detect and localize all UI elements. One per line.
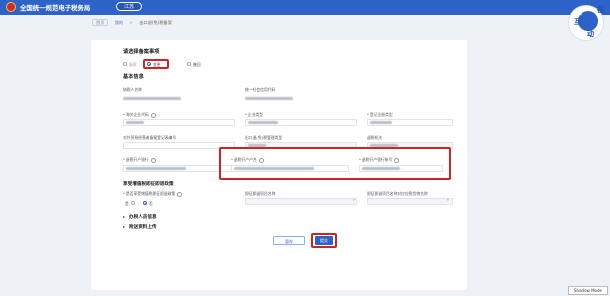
policy-no-radio[interactable] bbox=[143, 201, 147, 205]
policy-label: *是否享受增值税即征即退政策 bbox=[123, 191, 183, 197]
site-title: 全国统一规范电子税务局 bbox=[20, 4, 91, 12]
policy-yes-label: 是 bbox=[125, 201, 129, 206]
taxpayer-name-value bbox=[123, 97, 181, 100]
breadcrumb-item-mine[interactable]: 我的 bbox=[115, 19, 123, 26]
project2-select bbox=[367, 198, 453, 205]
caret-right-icon[interactable]: ▸ bbox=[123, 214, 125, 219]
project2-label: 即征即退项目名称对应应税货物名称 bbox=[367, 191, 428, 196]
help-icon[interactable] bbox=[150, 157, 156, 163]
registration-type-value bbox=[370, 121, 392, 124]
policy-no-label: 否 bbox=[149, 201, 153, 206]
breadcrumb: 首页 我的 > 出口退(免)税备案 bbox=[92, 19, 177, 26]
highlight-option bbox=[143, 59, 169, 69]
filing-form-panel: 请选择备案事项 备案 变更 撤回 基本信息 纳税人名称 统一社会信用代码 *海关… bbox=[91, 40, 467, 290]
region-selector[interactable]: 江苏 bbox=[116, 2, 142, 11]
option-radio-0[interactable] bbox=[123, 62, 127, 66]
assistant-char-1: 征 bbox=[597, 6, 604, 14]
breadcrumb-home[interactable]: 首页 bbox=[92, 19, 109, 26]
assistant-char-3: 互 bbox=[574, 18, 581, 26]
basic-info-title: 基本信息 bbox=[123, 74, 144, 80]
refund-method-label: 出口退(免)税管理类型 bbox=[245, 135, 283, 140]
credit-code-label: 统一社会信用代码 bbox=[245, 87, 276, 92]
help-icon[interactable] bbox=[150, 112, 156, 118]
save-draft-button[interactable]: 暂存 bbox=[273, 236, 305, 245]
option-label-0: 备案 bbox=[129, 62, 137, 67]
chevron-down-icon: ▾ bbox=[447, 198, 449, 202]
foreign-trade-label: 对外贸易经营者备案登记表编号 bbox=[123, 135, 177, 140]
assistant-char-2: 纳 bbox=[575, 8, 582, 16]
breadcrumb-item-current: 出口退(免)税备案 bbox=[139, 20, 172, 25]
special-section-title: 享受增值税即征即退政策 bbox=[123, 182, 174, 187]
attachment-section-title[interactable]: 附送资料上传 bbox=[129, 224, 157, 230]
project-select bbox=[245, 198, 357, 205]
project-label: 即征即退项目名称 bbox=[245, 191, 276, 196]
enterprise-type-value bbox=[248, 121, 278, 124]
highlight-bank-account bbox=[219, 147, 451, 180]
shadow-mode-badge: Shadow Mode bbox=[568, 286, 608, 295]
region-label: 江苏 bbox=[123, 4, 134, 10]
option-radio-2[interactable] bbox=[187, 62, 191, 66]
assistant-widget[interactable]: 征 纳 互 动 bbox=[568, 5, 604, 41]
chevron-down-icon: ▾ bbox=[353, 198, 355, 202]
enterprise-type-label: *企业类型 bbox=[245, 112, 264, 117]
select-items-title: 请选择备案事项 bbox=[123, 49, 160, 55]
credit-code-value bbox=[245, 97, 293, 100]
top-header-bar: 全国统一规范电子税务局 江苏 bbox=[0, 0, 610, 15]
registration-type-label: *登记注册类型 bbox=[367, 112, 393, 117]
help-icon[interactable] bbox=[177, 191, 183, 197]
policy-yes-radio[interactable] bbox=[131, 201, 135, 205]
taxpayer-name-label: 纳税人名称 bbox=[123, 87, 142, 92]
customs-code-label: *海关企业代码 bbox=[123, 112, 156, 118]
caret-right-icon[interactable]: ▸ bbox=[123, 224, 125, 229]
agent-section-title[interactable]: 办税人员信息 bbox=[129, 214, 157, 220]
customs-code-value bbox=[126, 121, 144, 124]
option-label-2: 撤回 bbox=[193, 62, 201, 67]
tax-emblem-icon bbox=[6, 2, 16, 12]
bank-name-value bbox=[126, 167, 186, 170]
assistant-char-4: 动 bbox=[587, 30, 594, 38]
tax-authority-label: 退税机关 bbox=[367, 135, 383, 140]
highlight-submit bbox=[311, 233, 337, 248]
bank-name-label: *退税开户银行 bbox=[123, 157, 156, 163]
